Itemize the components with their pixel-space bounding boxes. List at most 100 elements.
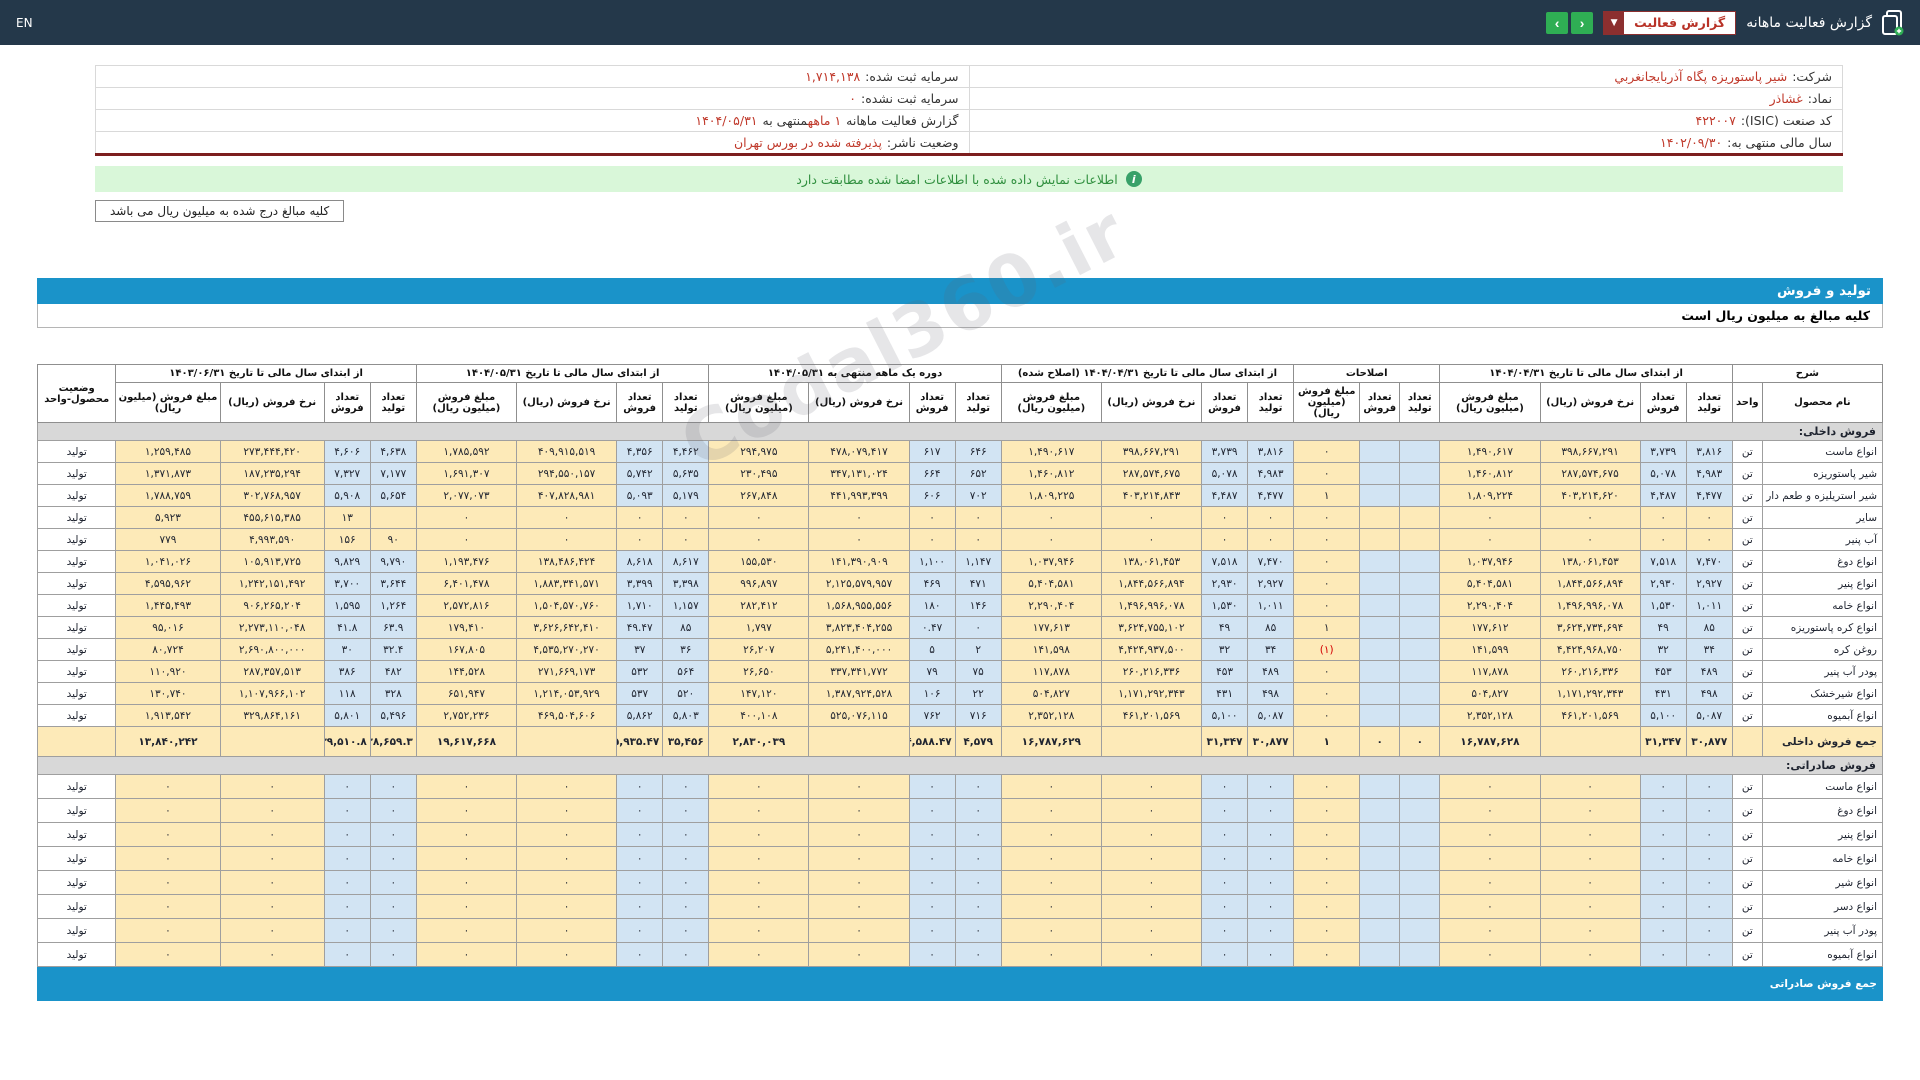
status-cell: تولید: [36, 462, 117, 485]
unit-cell: تن: [1731, 774, 1763, 799]
data-cell: [1399, 572, 1441, 595]
data-cell: [1359, 638, 1401, 661]
data-cell: ۰: [219, 822, 325, 847]
column-header: تعداد فروش: [616, 382, 664, 423]
data-cell: [415, 966, 518, 1001]
report-type-dropdown[interactable]: گزارش فعالیت ▼: [1603, 10, 1737, 35]
data-cell: ۴,۹۹۳,۵۹۰: [219, 528, 325, 551]
data-cell: ۰: [115, 774, 221, 799]
data-cell: [369, 966, 417, 1001]
column-header: مبلغ فروش (میلیون ریال): [115, 382, 221, 423]
data-cell: ۱۶,۷۸۷,۶۲۹: [1000, 726, 1102, 757]
unit-cell: تن: [1731, 506, 1763, 529]
data-cell: ۱۱۰,۹۲۰: [115, 660, 221, 683]
data-cell: [1293, 966, 1361, 1001]
section-title-bar: تولید و فروش: [37, 278, 1883, 304]
data-cell: ۰: [954, 870, 1002, 895]
data-cell: ۱,۷۸۸,۷۵۹: [115, 484, 221, 507]
data-cell: ۰: [1439, 506, 1541, 529]
data-cell: ۳۵,۴۵۶: [662, 726, 710, 757]
data-cell: [516, 966, 618, 1001]
topbar-right-group: گزارش فعالیت ماهانه گزارش فعالیت ▼ ‹ ›: [1546, 9, 1904, 36]
data-cell: ۰: [219, 846, 325, 871]
data-cell: ۰: [708, 774, 810, 799]
field-value: غشاذر: [1769, 91, 1803, 106]
data-cell: ۳۳۷,۳۴۱,۷۷۲: [808, 660, 910, 683]
data-cell: ۸۵: [1685, 616, 1733, 639]
data-cell: [1359, 572, 1401, 595]
data-cell: ۴۳۱: [1200, 682, 1249, 705]
column-header: مبلغ فروش (میلیون ریال): [1000, 382, 1102, 423]
data-cell: ۰: [1539, 822, 1641, 847]
column-header: تعداد تولید: [1247, 382, 1295, 423]
data-cell: ۱,۱۷۱,۲۹۲,۳۴۳: [1100, 682, 1203, 705]
data-cell: ۰: [908, 506, 956, 529]
data-cell: ۰: [1247, 774, 1295, 799]
data-cell: ۵,۶۵۴: [369, 484, 417, 507]
product-name-cell: انواع خامه: [1761, 846, 1884, 871]
data-cell: [1399, 550, 1441, 573]
data-cell: ۴۹۸: [1247, 682, 1295, 705]
status-cell: تولید: [36, 550, 117, 573]
data-cell: ۰: [1685, 506, 1733, 529]
table-row: انواع آبمیوه تن ۵,۰۸۷ ۵,۱۰۰ ۴۶۱,۲۰۱,۵۶۹ ۲,۳۵۲…: [36, 704, 1884, 727]
product-name-cell: سایر: [1761, 506, 1884, 529]
data-cell: [1359, 918, 1401, 943]
data-cell: ۴,۵۳۵,۲۷۰,۲۷۰: [516, 638, 618, 661]
data-cell: ۲,۲۷۳,۱۱۰,۰۴۸: [219, 616, 325, 639]
data-cell: ۱۱۸: [323, 682, 371, 705]
data-cell: ۰: [1293, 528, 1361, 551]
data-cell: ۰: [323, 822, 371, 847]
data-cell: ۳۲۹,۸۶۴,۱۶۱: [219, 704, 325, 727]
status-cell: تولید: [36, 528, 117, 551]
data-cell: ۱,۷۹۷: [708, 616, 810, 639]
data-cell: ۰: [908, 918, 956, 943]
data-cell: ۰: [1100, 942, 1203, 967]
data-cell: ۰: [369, 942, 417, 967]
table-row: انواع خامه تن ۱,۰۱۱ ۱,۵۳۰ ۱,۴۹۶,۹۹۶,۰۷۸ ۲,۲۹۰…: [36, 594, 1884, 617]
data-cell: ۱۸۷,۲۳۵,۲۹۴: [219, 462, 325, 485]
product-name-cell: انواع دوغ: [1761, 550, 1884, 573]
table-row: شرکت: شیر پاستوریزه پگاه آذربايجانغربي سر…: [95, 65, 1843, 88]
data-cell: [1539, 966, 1641, 1001]
data-cell: ۰: [1247, 894, 1295, 919]
nav-previous-button[interactable]: ‹: [1546, 11, 1569, 34]
nav-next-button[interactable]: ›: [1571, 11, 1594, 34]
data-cell: ۵۳۲: [616, 660, 664, 683]
unit-cell: تن: [1731, 942, 1763, 967]
data-cell: ۰: [516, 528, 618, 551]
language-toggle[interactable]: EN: [16, 16, 33, 30]
product-name-cell: انواع پنیر: [1761, 572, 1884, 595]
data-cell: ۲,۹۳۰: [1200, 572, 1249, 595]
data-cell: ۰: [908, 774, 956, 799]
data-cell: ۳۰۲,۷۶۸,۹۵۷: [219, 484, 325, 507]
data-cell: ۰: [323, 846, 371, 871]
data-cell: ۰: [1247, 918, 1295, 943]
data-cell: ۱۳۸,۰۶۱,۴۵۳: [1100, 550, 1203, 573]
data-cell: ۱,۵۹۵: [323, 594, 371, 617]
data-cell: ۴,۶۰۶: [323, 440, 371, 463]
unit-cell: تن: [1731, 894, 1763, 919]
column-header: نرخ فروش (ریال): [808, 382, 910, 423]
data-cell: ۰: [369, 846, 417, 871]
data-cell: ۰: [708, 942, 810, 967]
report-icon[interactable]: [1882, 9, 1904, 36]
data-cell: [323, 966, 371, 1001]
data-cell: [1399, 462, 1441, 485]
data-cell: ۰: [808, 506, 910, 529]
data-cell: [219, 966, 325, 1001]
column-header: از ابتدای سال مالی تا تاریخ ۱۴۰۴/۰۴/۳۱: [1439, 364, 1733, 383]
data-cell: ۱,۲۵۹,۴۸۵: [115, 440, 221, 463]
data-cell: ۰: [808, 798, 910, 823]
data-cell: ۲,۳۵۲,۱۲۸: [1000, 704, 1102, 727]
data-cell: ۰: [1247, 528, 1295, 551]
data-cell: ۲,۹۳۰: [1639, 572, 1687, 595]
data-cell: [616, 966, 664, 1001]
data-cell: [1359, 774, 1401, 799]
data-cell: ۰: [708, 918, 810, 943]
data-cell: ۲,۸۳۰,۰۳۹: [708, 726, 810, 757]
data-cell: ۰: [908, 846, 956, 871]
dropdown-selected-label: گزارش فعالیت: [1634, 14, 1726, 30]
data-cell: ۰: [1000, 918, 1102, 943]
data-cell: ۰: [1293, 682, 1361, 705]
